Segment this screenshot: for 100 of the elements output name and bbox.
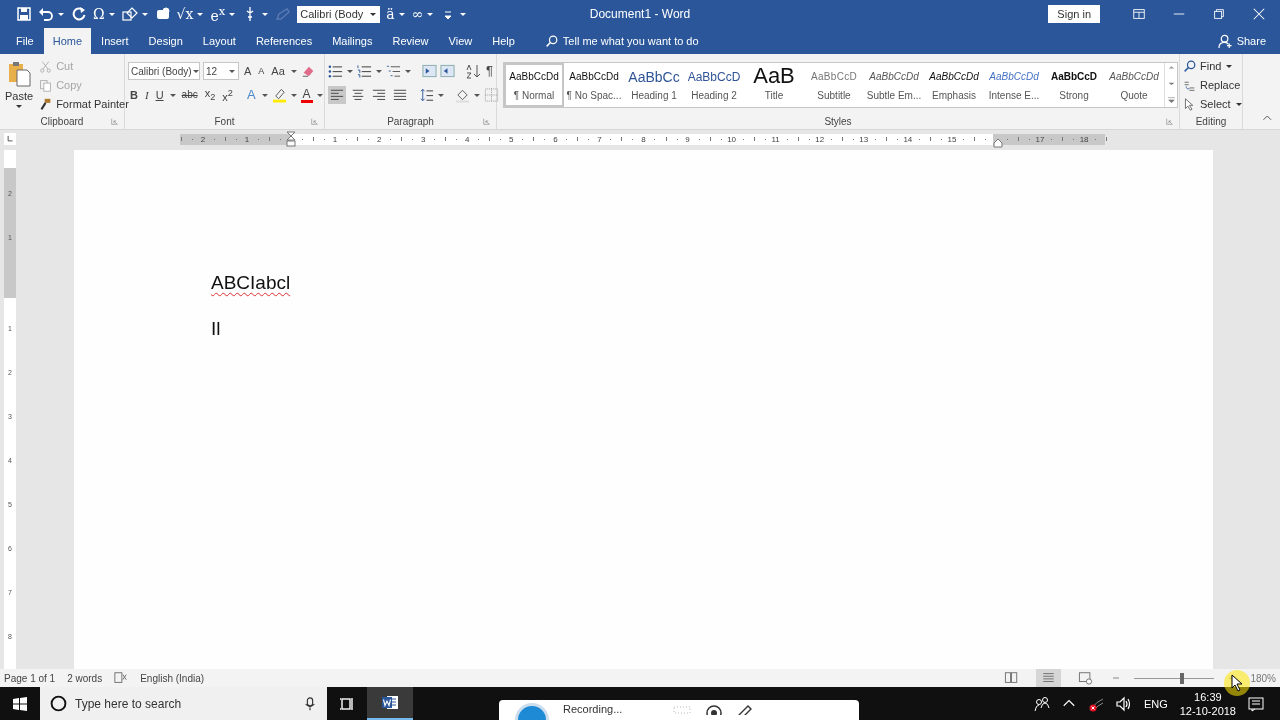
save-icon[interactable] (16, 6, 32, 22)
find-button[interactable]: Find (1183, 58, 1243, 74)
add-in-icon[interactable] (154, 6, 171, 22)
eraser-icon[interactable] (300, 64, 315, 78)
caret-icon[interactable] (261, 11, 270, 17)
caret-icon[interactable] (289, 92, 298, 98)
subscript-button[interactable]: x$_{2}$ (202, 84, 218, 106)
paste-button[interactable]: Paste (3, 57, 36, 114)
caret-icon[interactable] (168, 92, 177, 98)
ribbon-tab[interactable]: Review (382, 28, 439, 54)
word-count[interactable]: 2 words (67, 672, 103, 684)
symbol-button[interactable]: e$^{x}$ (210, 4, 226, 24)
show-marks-button[interactable]: ¶ (484, 63, 495, 79)
restore-icon[interactable] (1212, 7, 1226, 21)
tab-selector[interactable] (4, 133, 16, 145)
shading-icon[interactable] (455, 87, 470, 103)
proofing-icon[interactable] (114, 671, 129, 685)
ribbon-tab[interactable]: References (245, 28, 323, 54)
numbering-icon[interactable] (357, 63, 372, 79)
underline-button[interactable]: U (153, 87, 166, 103)
symbol-button[interactable]: √x (176, 6, 194, 22)
style-option[interactable]: AaBbCcDd ¶ Normal (504, 63, 564, 107)
volume-icon[interactable] (1115, 695, 1132, 712)
style-option[interactable]: AaBbCcDd Intense E... (984, 63, 1044, 107)
clock-time[interactable]: 16:39 (1194, 689, 1222, 704)
font-name-field[interactable]: Calibri (Body) (128, 62, 200, 80)
caret-icon[interactable] (191, 68, 199, 74)
symbol-button[interactable]: ∞ (411, 6, 424, 22)
caret-icon[interactable] (315, 92, 324, 98)
notifications-icon[interactable] (1248, 695, 1264, 712)
caret-icon[interactable] (289, 68, 298, 74)
caret-icon[interactable] (228, 68, 236, 74)
style-option[interactable]: AaBbCcD Heading 2 (684, 63, 744, 107)
symbol-button[interactable]: Ω (93, 6, 105, 22)
taskbar-search-field[interactable]: Type here to search (40, 687, 327, 720)
zoom-slider-thumb[interactable] (1179, 672, 1184, 684)
ribbon-tab[interactable]: View (438, 28, 483, 54)
caret-icon[interactable] (228, 11, 237, 17)
font-color-button[interactable]: A (300, 87, 313, 103)
caret-icon[interactable] (397, 11, 406, 17)
change-case-button[interactable]: Aa (269, 63, 287, 79)
style-option[interactable]: AaBbCcDd Quote (1104, 63, 1164, 107)
caret-icon[interactable] (196, 11, 205, 17)
ribbon-tab[interactable]: Design (138, 28, 193, 54)
caret-icon[interactable] (57, 11, 65, 17)
redo-icon[interactable] (71, 6, 87, 22)
ribbon-tab[interactable]: File (6, 28, 44, 54)
ribbon-display-icon[interactable] (1132, 7, 1146, 21)
indent-marker-icon[interactable] (286, 130, 296, 147)
webcam-icon[interactable] (706, 703, 723, 715)
style-option[interactable]: AaBbCc Heading 1 (624, 63, 684, 107)
ribbon-tab[interactable]: Insert (91, 28, 139, 54)
ribbon-tab[interactable]: Home (43, 28, 92, 54)
bullets-icon[interactable] (328, 63, 343, 79)
caret-icon[interactable] (15, 104, 24, 109)
superscript-button[interactable]: x$^{2}$ (220, 85, 235, 105)
caret-icon[interactable] (107, 11, 116, 17)
zoom-level[interactable]: 180% (1250, 672, 1276, 684)
share-button[interactable]: Share (1217, 28, 1280, 54)
caret-icon[interactable] (260, 92, 269, 98)
caret-icon[interactable] (437, 92, 445, 98)
microphone-icon[interactable] (303, 695, 317, 712)
ribbon-tab[interactable]: Help (482, 28, 525, 54)
word-app-button[interactable] (367, 687, 413, 720)
caret-icon[interactable] (375, 68, 383, 74)
close-icon[interactable] (1252, 7, 1266, 21)
caret-icon[interactable] (346, 68, 354, 74)
caret-icon[interactable] (404, 68, 412, 74)
more-icon[interactable] (1166, 96, 1176, 105)
highlighter-icon[interactable] (271, 87, 287, 103)
print-view-button[interactable] (1036, 669, 1062, 687)
shapes-icon[interactable] (121, 6, 138, 22)
decrease-indent-icon[interactable] (422, 63, 437, 79)
tell-me-field[interactable]: Tell me what you want to do (562, 35, 743, 47)
text-effects-button[interactable]: A (244, 87, 258, 103)
caret-icon[interactable] (459, 11, 468, 17)
caret-icon[interactable] (140, 11, 149, 17)
clipboard-button[interactable]: Format Painter (39, 96, 129, 112)
symbol-button[interactable]: ä (386, 6, 395, 22)
caret-icon[interactable] (426, 11, 435, 17)
grow-font-button[interactable]: A (242, 63, 254, 79)
search-field[interactable]: Type here to search (75, 696, 295, 711)
caret-icon[interactable] (473, 92, 481, 98)
style-option[interactable]: AaBbCcDd Subtle Em... (864, 63, 924, 107)
strikethrough-button[interactable]: abc (179, 87, 200, 103)
ribbon-tab[interactable]: Mailings (322, 28, 383, 54)
line-spacing-icon[interactable] (419, 87, 434, 103)
page-count[interactable]: Page 1 of 1 (4, 672, 56, 684)
increase-indent-icon[interactable] (440, 63, 455, 79)
sign-in-button[interactable]: Sign in (1048, 5, 1100, 23)
people-icon[interactable] (1033, 695, 1050, 712)
caret-icon[interactable] (1225, 63, 1234, 69)
style-option[interactable]: AaBbCcD Strong (1044, 63, 1104, 107)
clock-date[interactable]: 12-10-2018 (1179, 703, 1236, 718)
font-size-field[interactable]: 12 (203, 62, 239, 80)
select-button[interactable]: Select (1183, 96, 1243, 112)
style-option[interactable]: AaB Title (744, 63, 804, 107)
shrink-font-button[interactable]: A (256, 63, 267, 79)
style-option[interactable]: AaBbCcD Subtitle (804, 63, 864, 107)
pencil-icon[interactable] (736, 703, 753, 715)
